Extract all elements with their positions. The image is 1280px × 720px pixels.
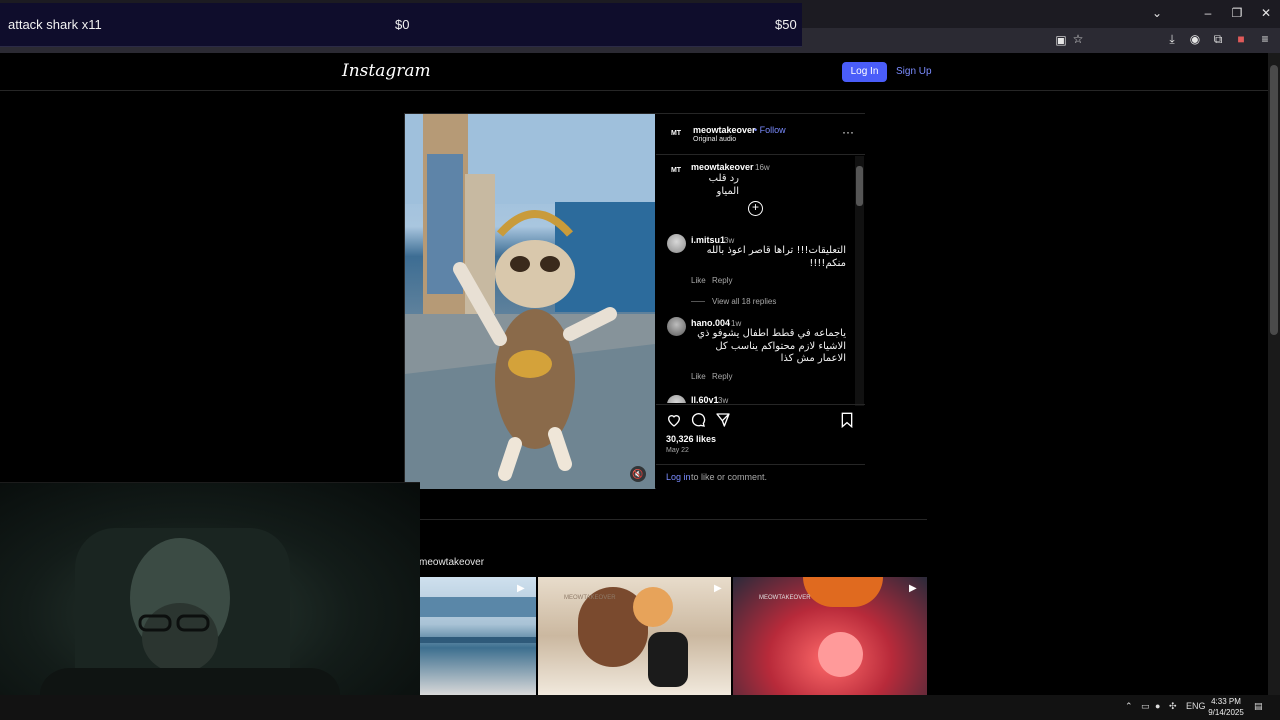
comment-username[interactable]: hano.004 bbox=[691, 318, 730, 328]
comment-reply[interactable]: Reply bbox=[712, 276, 732, 285]
caption-time: 16w bbox=[755, 163, 770, 172]
network-icon[interactable]: ✣ bbox=[1169, 701, 1177, 712]
grid-post-tile[interactable]: MEOWTAKEOVER ▶ bbox=[733, 577, 927, 695]
login-prompt-link[interactable]: Log in bbox=[666, 472, 691, 482]
view-replies-link[interactable]: View all 18 replies bbox=[712, 297, 776, 306]
bowl-shape bbox=[803, 577, 883, 607]
author-avatar[interactable]: MT bbox=[668, 126, 684, 142]
reel-icon: ▶ bbox=[517, 583, 525, 594]
building-stripe bbox=[419, 597, 536, 617]
grid-post-tile[interactable]: MEOWTAKEOVER ▶ bbox=[538, 577, 731, 695]
divider bbox=[656, 404, 865, 405]
stream-overlay-bar: attack shark x11 $0 $50 bbox=[0, 3, 802, 47]
caption-username[interactable]: meowtakeover bbox=[691, 162, 754, 172]
minimize-icon[interactable]: – bbox=[1200, 7, 1216, 19]
notifications-icon[interactable]: ▤ bbox=[1254, 701, 1263, 712]
bookmark-star-icon[interactable]: ☆ bbox=[1070, 33, 1086, 45]
reader-view-icon[interactable]: ▣ bbox=[1053, 34, 1069, 46]
replies-line bbox=[691, 301, 705, 302]
post-card: 🔇 MT meowtakeover • Follow Original audi… bbox=[404, 113, 865, 489]
original-audio-label[interactable]: Original audio bbox=[693, 136, 736, 143]
tray-overflow-icon[interactable]: ⌃ bbox=[1125, 701, 1133, 712]
post-date: May 22 bbox=[666, 447, 689, 454]
comment-bubble-icon[interactable] bbox=[690, 412, 706, 428]
section-divider bbox=[419, 519, 927, 520]
taskbar-clock[interactable]: 4:33 PM 9/14/2025 bbox=[1200, 696, 1252, 718]
page-scrollbar-thumb[interactable] bbox=[1270, 65, 1278, 335]
instagram-logo[interactable]: Instagram bbox=[342, 61, 431, 81]
save-bookmark-icon[interactable] bbox=[840, 412, 854, 428]
battery-icon[interactable]: ▭ bbox=[1141, 701, 1150, 712]
mute-icon[interactable]: 🔇 bbox=[630, 466, 646, 482]
kitten-shape bbox=[818, 632, 863, 677]
caption-avatar[interactable]: MT bbox=[668, 163, 684, 179]
building-stripe bbox=[419, 637, 536, 643]
account-icon[interactable]: ◉ bbox=[1187, 33, 1203, 45]
likes-count[interactable]: 30,326 likes bbox=[666, 434, 716, 444]
webcam-overlay bbox=[0, 482, 420, 720]
comment-reply[interactable]: Reply bbox=[712, 372, 732, 381]
comment-avatar[interactable] bbox=[667, 395, 686, 403]
more-posts-title[interactable]: meowtakeover bbox=[419, 557, 484, 568]
comment-time: 1w bbox=[731, 319, 742, 328]
share-icon[interactable] bbox=[715, 412, 731, 428]
signup-link[interactable]: Sign Up bbox=[896, 66, 932, 77]
extension-badge-icon[interactable]: ■ bbox=[1233, 33, 1249, 45]
more-options-icon[interactable]: ··· bbox=[842, 125, 854, 139]
follow-link[interactable]: • Follow bbox=[754, 125, 786, 135]
divider bbox=[656, 154, 865, 155]
instagram-header: Instagram Log In Sign Up bbox=[0, 53, 1268, 91]
windows-taskbar: ⌃ ▭ ● ✣ ENG 4:33 PM 9/14/2025 ▤ bbox=[0, 695, 1280, 720]
tile-watermark: MEOWTAKEOVER bbox=[564, 595, 616, 601]
comments-scrollbar-thumb[interactable] bbox=[856, 166, 863, 206]
post-video[interactable]: 🔇 bbox=[405, 114, 655, 489]
author-username[interactable]: meowtakeover bbox=[693, 125, 756, 135]
close-icon[interactable]: ✕ bbox=[1258, 7, 1274, 19]
login-prompt-text: to like or comment. bbox=[691, 472, 768, 482]
clock-date: 9/14/2025 bbox=[1208, 708, 1244, 717]
comment-username[interactable]: i.mitsu1 bbox=[691, 235, 725, 245]
comment-like[interactable]: Like bbox=[691, 276, 706, 285]
download-icon[interactable]: ⤓ bbox=[1164, 33, 1180, 45]
comment-avatar[interactable] bbox=[667, 234, 686, 253]
overlay-price-high: $50 bbox=[775, 17, 797, 32]
comment-text: التعليقات!!! تراها قاصر اعوذ بالله منكم!… bbox=[706, 245, 846, 269]
video-frame-image bbox=[405, 114, 655, 489]
comment-text: ياجماعه في قطط اطفال يشوفو ذي الاشياء لا… bbox=[697, 328, 846, 364]
overlay-price-low: $0 bbox=[395, 17, 410, 32]
tile-watermark: MEOWTAKEOVER bbox=[759, 595, 811, 601]
microphone-icon[interactable]: ● bbox=[1155, 701, 1160, 711]
comment-username[interactable]: ll.60v1 bbox=[691, 395, 719, 403]
load-more-comments-icon[interactable]: + bbox=[748, 201, 763, 216]
like-heart-icon[interactable] bbox=[666, 412, 682, 428]
divider bbox=[656, 464, 865, 465]
webcam-person-image bbox=[40, 528, 340, 720]
kitten-shape bbox=[633, 587, 673, 627]
comment-like[interactable]: Like bbox=[691, 372, 706, 381]
overlay-product-name: attack shark x11 bbox=[8, 17, 102, 32]
reel-icon: ▶ bbox=[909, 583, 917, 594]
tab-list-chevron-icon[interactable]: ⌄ bbox=[1149, 7, 1165, 19]
caption-text: رد قلب المياو bbox=[708, 173, 739, 197]
login-button[interactable]: Log In bbox=[842, 62, 887, 82]
grid-post-tile[interactable]: ▶ bbox=[419, 577, 536, 695]
extensions-icon[interactable]: ⧉ bbox=[1210, 33, 1226, 45]
post-side-panel: MT meowtakeover • Follow Original audio … bbox=[656, 114, 865, 489]
restore-icon[interactable]: ❐ bbox=[1229, 7, 1245, 19]
comment-time: 3w bbox=[718, 396, 729, 403]
comment-clipped-row: ll.60v1 3w bbox=[656, 392, 854, 403]
reel-icon: ▶ bbox=[714, 583, 722, 594]
comment-time: 3w bbox=[724, 236, 735, 245]
comment-avatar[interactable] bbox=[667, 317, 686, 336]
clock-time: 4:33 PM bbox=[1211, 697, 1241, 706]
menu-icon[interactable]: ≡ bbox=[1257, 33, 1273, 45]
glove-shape bbox=[648, 632, 688, 687]
